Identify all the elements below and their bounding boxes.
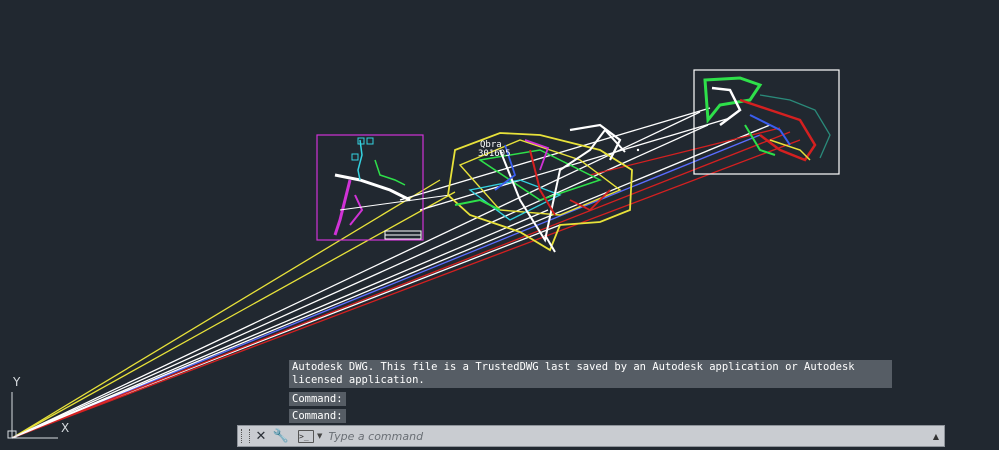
command-line: ✕ 🔧 >_ ▼ ▲: [237, 425, 945, 447]
central-cluster[interactable]: Qbra 301605: [447, 123, 640, 253]
history-prompt-1: Command:: [289, 392, 346, 406]
close-icon[interactable]: ✕: [252, 427, 270, 445]
ucs-y-label: Y: [12, 375, 21, 389]
command-history: Autodesk DWG. This file is a TrustedDWG …: [289, 360, 892, 423]
chevron-down-icon: ▼: [317, 432, 323, 440]
ucs-x-label: X: [61, 421, 69, 435]
block-left[interactable]: [316, 134, 451, 241]
recent-commands-button[interactable]: >_ ▼: [298, 427, 322, 445]
up-arrow-icon[interactable]: ▲: [928, 432, 944, 441]
wrench-icon[interactable]: 🔧: [272, 427, 290, 445]
history-message: Autodesk DWG. This file is a TrustedDWG …: [289, 360, 892, 388]
command-input[interactable]: [328, 427, 928, 445]
history-prompt-2: Command:: [289, 409, 346, 423]
prompt-icon: >_: [298, 429, 314, 443]
drag-grip[interactable]: [241, 429, 250, 443]
drawing-label-2: 301605: [478, 149, 511, 159]
